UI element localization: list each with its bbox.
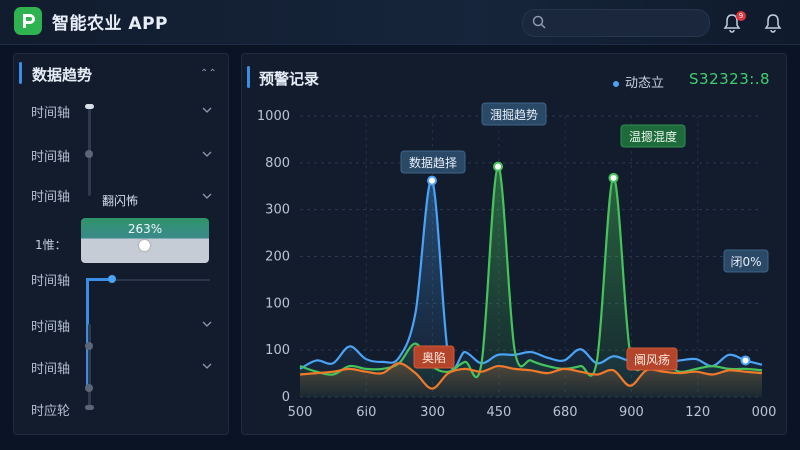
- timeline-row-label: 时应轮: [31, 404, 71, 419]
- x-tick-label: 300: [420, 405, 445, 420]
- chevron-down-icon[interactable]: [202, 150, 212, 158]
- notification-badge: 9: [736, 11, 746, 21]
- x-tick-label: 6i0: [356, 405, 376, 420]
- peak-marker[interactable]: [608, 172, 619, 183]
- timeline-progress-track[interactable]: [114, 279, 210, 281]
- y-tick-label: 1000: [257, 109, 290, 124]
- timeline-node: [85, 150, 93, 158]
- y-tick-label: 800: [265, 156, 290, 171]
- x-tick-label: 000: [752, 405, 777, 420]
- annotation-label: 闭0%: [730, 255, 761, 269]
- y-tick-label: 100: [265, 343, 290, 358]
- y-tick-label: 100: [265, 296, 290, 311]
- peak-marker[interactable]: [740, 355, 751, 366]
- alert-bell-icon[interactable]: [764, 13, 782, 33]
- series-line[interactable]: [299, 165, 763, 379]
- trend-chart[interactable]: 10008003002001001000 500 6i0 300 450 680 900 1…: [242, 54, 786, 434]
- x-tick-label: 500: [288, 405, 313, 420]
- chart-annotation: 奥陷: [413, 345, 455, 369]
- percentage-slider[interactable]: 263%: [81, 218, 209, 263]
- chart-annotation: 阛风疡: [626, 347, 678, 371]
- timeline-row-label: 时间轴: [31, 150, 71, 165]
- peak-marker[interactable]: [493, 161, 503, 172]
- top-bar: 智能农业 APP 9: [0, 0, 800, 45]
- series-line[interactable]: [299, 179, 763, 370]
- x-tick-label: 120: [685, 405, 710, 420]
- chart-annotation: 涠掘趋势: [481, 102, 547, 126]
- app-logo-icon: [14, 7, 42, 35]
- value-label: 1惟：: [35, 238, 67, 252]
- chevron-down-icon[interactable]: [202, 106, 212, 114]
- slider-handle[interactable]: [139, 240, 150, 251]
- annotation-label: 阛风疡: [634, 352, 670, 367]
- chevron-down-icon[interactable]: [202, 362, 212, 370]
- chart-annotation: 温摁混度: [620, 124, 686, 148]
- x-tick-label: 900: [619, 405, 644, 420]
- panel-accent-bar: [19, 62, 22, 84]
- chevron-down-icon[interactable]: [202, 320, 212, 328]
- app-title: 智能农业 APP: [52, 14, 168, 34]
- panel-title: 数据趋势: [32, 66, 93, 84]
- peak-marker[interactable]: [427, 175, 437, 186]
- collapse-toggle-icon[interactable]: ⌃⌃: [200, 68, 217, 79]
- y-tick-label: 300: [265, 203, 290, 218]
- timeline-track-lower[interactable]: [88, 324, 91, 409]
- timeline-handle[interactable]: [85, 104, 94, 109]
- search-input[interactable]: [522, 9, 710, 37]
- annotation-label: 涠掘趋势: [490, 107, 538, 122]
- annotation-label: 数据趋择: [409, 155, 457, 170]
- data-trend-panel: 数据趋势 ⌃⌃ 时间轴 时间轴 时间轴 翻闪怖 1惟： 263% 时间轴 时间轴…: [13, 53, 229, 435]
- timeline-node: [85, 384, 93, 392]
- chevron-down-icon[interactable]: [202, 192, 212, 200]
- timeline-row-label: 时间轴: [31, 106, 71, 121]
- chart-annotation: 数据趋择: [400, 150, 466, 174]
- timeline-row-label: 时间轴: [31, 362, 71, 377]
- timeline-node: [85, 405, 94, 410]
- timeline-row-label: 时间轴: [31, 320, 71, 335]
- x-tick-label: 680: [553, 405, 578, 420]
- timeline-row-label: 时间轴: [31, 274, 71, 289]
- y-tick-label: 200: [265, 250, 290, 265]
- x-tick-label: 450: [486, 405, 511, 420]
- y-tick-label: 0: [282, 390, 290, 405]
- annotation-label: 奥陷: [422, 350, 446, 365]
- timeline-node: [85, 342, 93, 350]
- chart-annotation: 闭0%: [723, 249, 769, 273]
- timeline-progress-handle[interactable]: [108, 275, 116, 283]
- slider-value: 263%: [127, 222, 163, 236]
- alert-record-panel: 预警记录 动态立 S32323:.8 1000 800 300 200 100 100 0 …: [241, 53, 787, 435]
- sub-option-label: 翻闪怖: [102, 194, 139, 208]
- search-icon: [532, 15, 546, 29]
- timeline-row-label: 时间轴: [31, 190, 71, 205]
- annotation-label: 温摁混度: [629, 129, 677, 144]
